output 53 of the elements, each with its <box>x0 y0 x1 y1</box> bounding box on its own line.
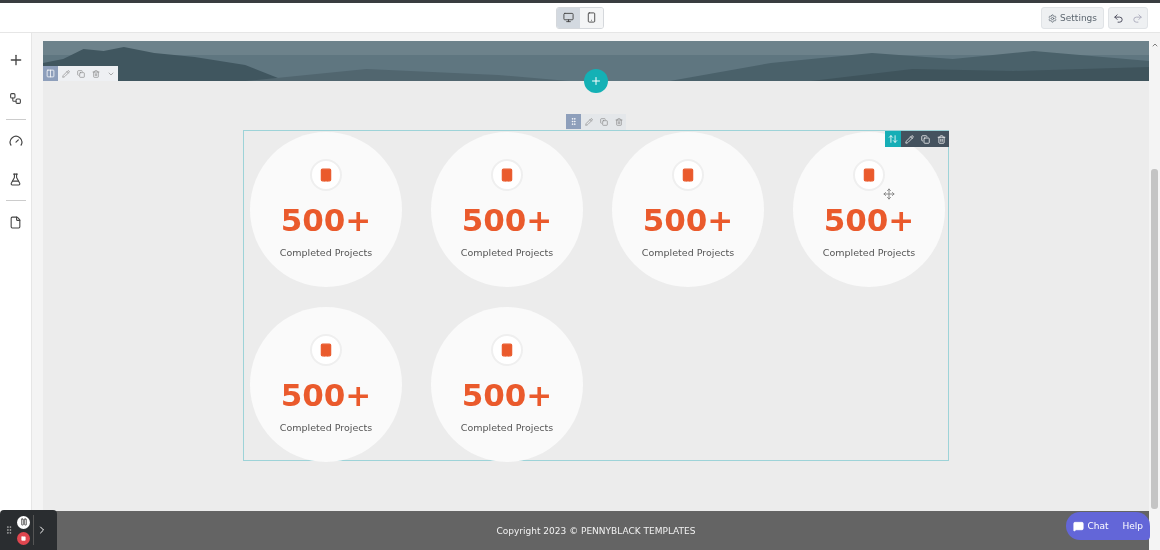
stop-button[interactable] <box>17 531 30 545</box>
trash-icon <box>614 117 623 126</box>
pause-button[interactable] <box>17 515 30 529</box>
copy-icon <box>76 69 85 78</box>
copy-icon <box>920 134 930 144</box>
pencil-icon <box>904 134 914 144</box>
layout-button[interactable] <box>43 66 58 81</box>
stat-label: Completed Projects <box>460 422 554 433</box>
move-cursor-icon <box>883 188 895 200</box>
redo-icon <box>1132 12 1143 24</box>
stat-label: Completed Projects <box>279 422 373 433</box>
scrollbar-thumb[interactable] <box>1151 169 1158 509</box>
column-button[interactable] <box>566 114 581 129</box>
pencil-icon <box>61 69 70 78</box>
hierarchy-icon <box>9 91 22 105</box>
stat-value: 500+ <box>642 203 734 237</box>
add-section-button[interactable] <box>584 69 608 93</box>
stat-label: Completed Projects <box>822 247 916 258</box>
stat-value: 500+ <box>461 378 553 412</box>
help-button[interactable]: Help <box>1115 512 1150 540</box>
pause-icon <box>19 518 28 526</box>
grip-icon <box>569 117 578 126</box>
settings-button[interactable]: Settings <box>1041 7 1104 29</box>
desktop-icon <box>563 12 574 23</box>
trash-icon <box>91 69 100 78</box>
file-icon <box>9 215 22 229</box>
chat-button[interactable]: Chat <box>1066 512 1116 540</box>
flask-icon <box>9 172 22 186</box>
arrows-icon <box>888 134 898 144</box>
stat-value: 500+ <box>280 378 372 412</box>
copyright-text: Copyright 2023 © PENNYBLACK TEMPLATES <box>496 525 696 536</box>
copy-icon <box>599 117 608 126</box>
trash-icon <box>936 134 946 144</box>
stat-value: 500+ <box>823 203 915 237</box>
reorder-button[interactable] <box>885 131 901 147</box>
scroll-up-icon <box>1150 41 1159 49</box>
undo-icon <box>1113 12 1124 24</box>
phone-icon <box>586 12 597 23</box>
settings-icon <box>1048 13 1058 23</box>
pencil-icon <box>584 117 593 126</box>
stat-value: 500+ <box>461 203 553 237</box>
stat-value: 500+ <box>280 203 372 237</box>
desktop-view-toggle[interactable] <box>557 7 580 28</box>
chat-icon <box>1073 520 1085 532</box>
grip-icon <box>4 525 14 535</box>
plus-icon <box>590 75 602 87</box>
stat-label: Completed Projects <box>460 247 554 258</box>
stat-label: Completed Projects <box>641 247 735 258</box>
stop-icon <box>21 535 26 541</box>
columns-icon <box>46 69 55 78</box>
stat-label: Completed Projects <box>279 247 373 258</box>
mobile-view-toggle[interactable] <box>580 7 603 28</box>
gauge-icon <box>8 134 23 148</box>
